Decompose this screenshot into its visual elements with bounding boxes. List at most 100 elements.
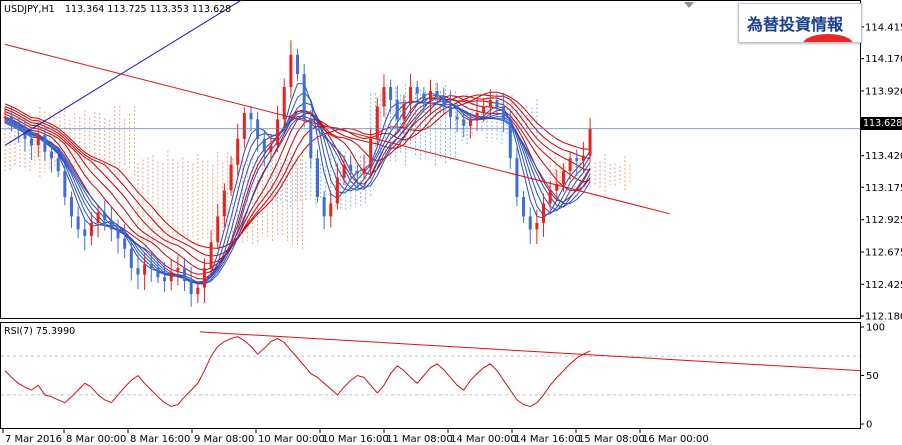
time-tick-label: 15 Mar 08:00 [578, 434, 645, 445]
candle-body [229, 164, 233, 191]
candle-body [3, 116, 7, 118]
candle-body [415, 87, 419, 94]
candle-body [163, 277, 167, 282]
candle-body [83, 229, 87, 236]
candle-body [189, 281, 193, 295]
candle-body [542, 203, 546, 223]
price-tick-label: 112.425 [865, 280, 902, 291]
candle-body [495, 100, 499, 107]
chart-ohlc: 113.364 113.725 113.353 113.628 [65, 4, 231, 15]
candle-body [183, 268, 187, 282]
price-tick-label: 113.920 [865, 86, 902, 97]
candle-body [322, 197, 326, 217]
candle-body [30, 138, 34, 146]
candle-body [502, 106, 506, 120]
price-tick-label: 112.925 [865, 215, 902, 226]
candle-body [242, 112, 246, 139]
candle-body [262, 138, 266, 152]
candle-body [50, 151, 54, 159]
candle-body [329, 203, 333, 217]
candle-body [429, 90, 432, 101]
candle-body [296, 54, 300, 75]
candle-body [588, 128, 592, 156]
time-tick-label: 11 Mar 08:00 [386, 434, 453, 445]
candle-body [69, 197, 73, 217]
candle-body [402, 103, 406, 120]
candle-body [389, 87, 393, 101]
candle-body [123, 238, 127, 249]
candle-body [561, 171, 565, 185]
candle-body [522, 197, 526, 217]
price-tick-label: 112.180 [865, 312, 902, 323]
rsi-tick-label: 50 [866, 371, 879, 382]
candle-body [236, 138, 240, 165]
candle-body [103, 212, 107, 221]
candle-body [76, 216, 80, 230]
candle-body [156, 268, 160, 278]
candle-body [56, 158, 60, 172]
candle-body [462, 119, 466, 126]
candle-body [136, 268, 140, 275]
rsi-tick-label: 100 [866, 323, 885, 334]
candle-body [282, 87, 286, 120]
candle-body [249, 112, 253, 120]
candle-body [309, 119, 313, 159]
candle-body [535, 222, 539, 230]
time-tick-label: 10 Mar 16:00 [322, 434, 389, 445]
rsi-tick-label: 0 [866, 420, 872, 431]
logo-arc-shape [803, 34, 853, 42]
candle-body [548, 190, 552, 204]
candle-body [36, 134, 40, 146]
time-tick-label: 14 Mar 00:00 [450, 434, 517, 445]
candle-body [216, 216, 220, 243]
time-tick-label: 16 Mar 00:00 [642, 434, 709, 445]
candle-body [442, 96, 446, 107]
candle-body [10, 116, 14, 122]
chart-window: 114.415114.170113.920113.670113.420113.1… [0, 0, 902, 445]
time-tick-label: 8 Mar 00:00 [66, 434, 126, 445]
candle-body [482, 106, 486, 113]
candle-body [395, 100, 399, 120]
price-tick-label: 114.415 [865, 22, 902, 33]
candle-body [202, 268, 206, 288]
candle-body [176, 268, 180, 273]
candle-body [455, 116, 459, 120]
time-tick-label: 14 Mar 16:00 [514, 434, 581, 445]
candle-body [382, 87, 386, 107]
candle-body [369, 138, 373, 169]
candle-body [515, 158, 519, 198]
candle-body [276, 119, 280, 146]
candle-body [335, 177, 339, 204]
price-tick-label: 113.175 [865, 183, 902, 194]
price-tick-label: 113.420 [865, 151, 902, 162]
candle-body [289, 54, 293, 88]
candle-body [349, 164, 353, 172]
candle-body [149, 264, 153, 269]
candle-body [355, 171, 359, 174]
candle-body [575, 158, 579, 161]
candle-body [302, 74, 306, 120]
candle-body [448, 106, 452, 117]
candle-body [222, 190, 226, 217]
candle-body [581, 155, 585, 161]
candle-body [475, 112, 479, 120]
candle-body [209, 242, 213, 269]
price-tick-label: 112.675 [865, 247, 902, 258]
logo-text: 為替投資情報 [747, 15, 844, 34]
chart-symbol: USDJPY,H1 [4, 4, 55, 15]
candle-body [169, 272, 173, 282]
candle-body [63, 171, 67, 198]
candle-body [409, 87, 413, 104]
candle-body [342, 164, 346, 178]
candle-body [269, 145, 273, 152]
candle-body [568, 158, 572, 172]
candle-body [23, 129, 27, 139]
candle-body [315, 158, 319, 198]
brand-logo: 為替投資情報 [738, 3, 862, 43]
candle-body [196, 287, 200, 295]
candle-body [89, 222, 93, 236]
candle-body [508, 119, 512, 159]
time-tick-label: 10 Mar 00:00 [258, 434, 325, 445]
candle-body [143, 264, 147, 275]
candle-body [488, 100, 492, 107]
